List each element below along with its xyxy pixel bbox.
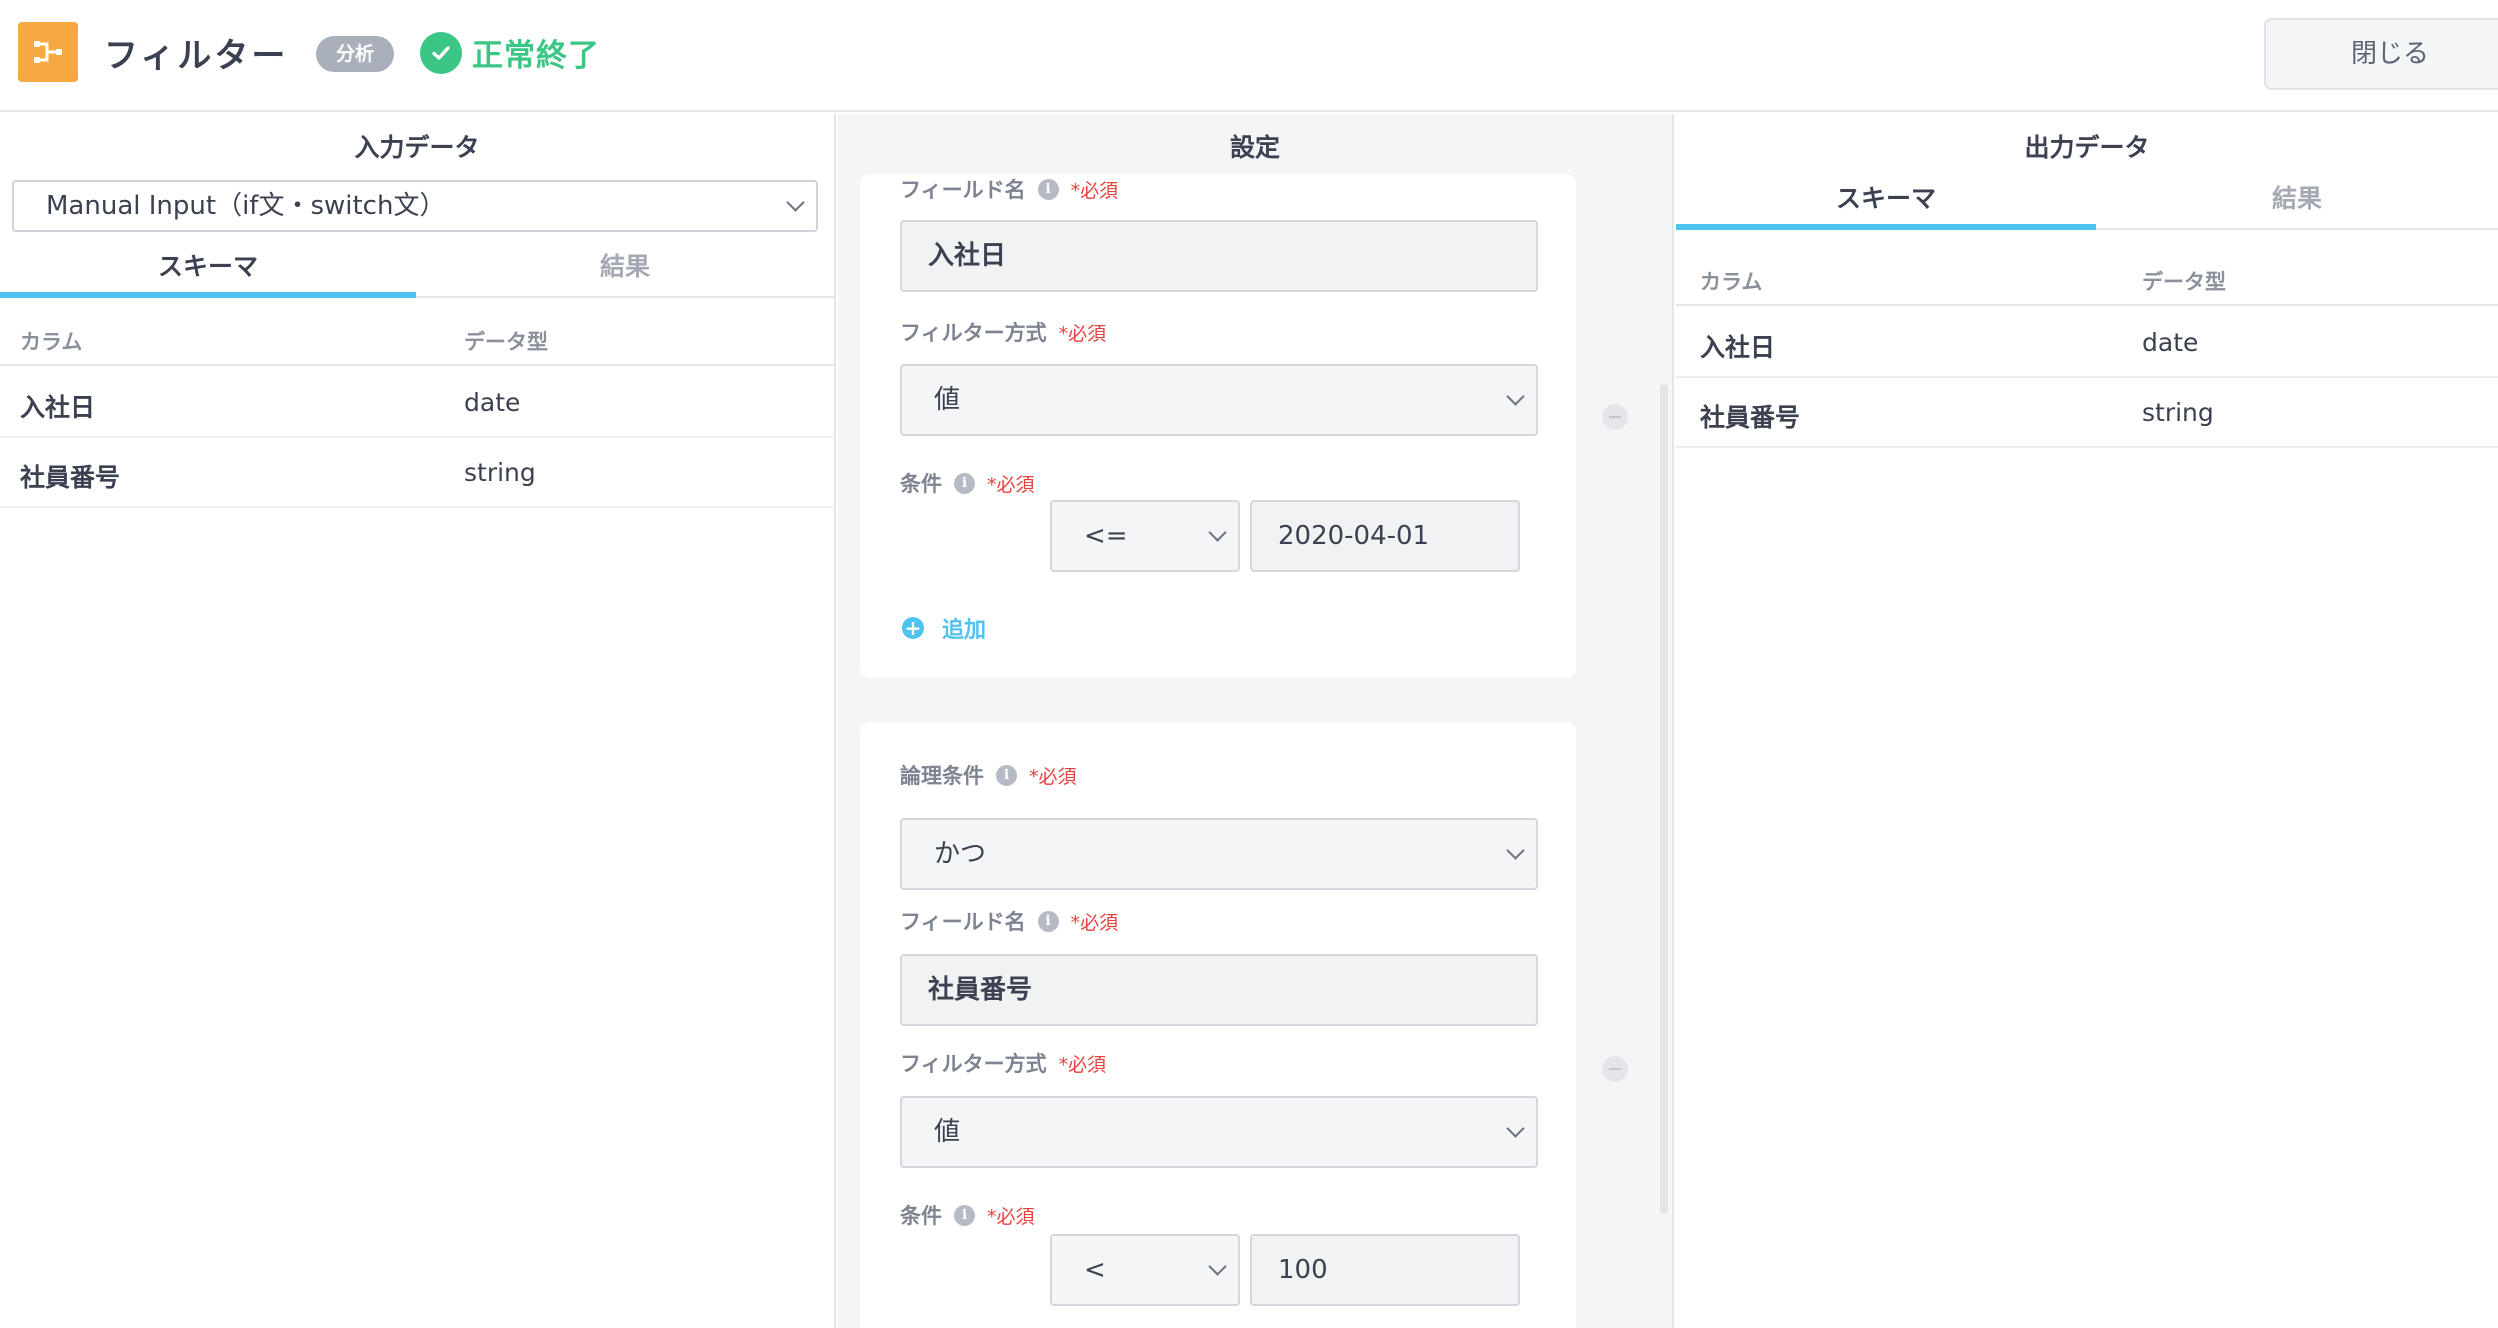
- page-title: フィルター: [104, 36, 289, 76]
- filter-method-label: フィルター方式 *必須: [900, 317, 1106, 347]
- logic-condition-value: かつ: [934, 839, 987, 869]
- condition-label-text: 条件: [900, 472, 942, 496]
- chevron-down-icon: [1506, 1119, 1525, 1138]
- required-mark: *必須: [1058, 1053, 1107, 1076]
- tab-input-schema[interactable]: スキーマ: [0, 242, 416, 298]
- input-source-select[interactable]: Manual Input（if文・switch文）: [12, 180, 818, 232]
- condition-value-input[interactable]: 2020-04-01: [1250, 500, 1520, 572]
- settings-panel: 設定 フィールド名 i *必須 入社日 フィルター方式 *必須 値 条件 i *…: [838, 114, 1674, 1328]
- info-icon[interactable]: i: [1037, 178, 1059, 200]
- field-name-label: フィールド名 i *必須: [900, 906, 1118, 936]
- logic-condition-select[interactable]: かつ: [900, 818, 1538, 890]
- required-mark: *必須: [1070, 911, 1119, 934]
- input-data-panel: 入力データ Manual Input（if文・switch文） スキーマ 結果 …: [0, 114, 836, 1328]
- column-type: string: [2142, 398, 2214, 427]
- column-name: 社員番号: [1700, 403, 1801, 432]
- operator-select[interactable]: <: [1050, 1234, 1240, 1306]
- add-condition-button[interactable]: + 追加: [902, 612, 986, 644]
- chevron-down-icon: [1506, 387, 1525, 406]
- add-condition-label: 追加: [942, 618, 987, 643]
- required-mark: *必須: [1070, 179, 1119, 202]
- chevron-down-icon: [1208, 1257, 1227, 1276]
- condition-label: 条件 i *必須: [900, 1200, 1035, 1230]
- filter-method-label-text: フィルター方式: [900, 1052, 1047, 1076]
- column-name: 入社日: [20, 393, 96, 422]
- filter-method-value: 値: [934, 385, 961, 415]
- condition-label: 条件 i *必須: [900, 468, 1035, 498]
- operator-value: <=: [1084, 521, 1128, 551]
- filter-condition-card: 論理条件 i *必須 かつ フィールド名 i *必須 社員番号 フィルター方式 …: [860, 722, 1576, 1328]
- column-header-name: カラム: [1700, 270, 1763, 294]
- column-type: date: [464, 388, 521, 417]
- chevron-down-icon: [1506, 841, 1525, 860]
- table-row: 入社日 date: [1676, 308, 2498, 378]
- filter-condition-card: フィールド名 i *必須 入社日 フィルター方式 *必須 値 条件 i *必須 …: [860, 174, 1576, 678]
- table-row: 社員番号 string: [0, 438, 834, 508]
- tab-input-results[interactable]: 結果: [416, 242, 834, 298]
- required-mark: *必須: [1029, 765, 1077, 788]
- input-tabs: スキーマ 結果: [0, 242, 834, 298]
- column-name: 社員番号: [20, 463, 121, 492]
- output-tabs: スキーマ 結果: [1676, 174, 2498, 230]
- operator-value: <: [1084, 1255, 1106, 1285]
- field-name-input[interactable]: 社員番号: [900, 954, 1538, 1026]
- header-bar: フィルター 分析 正常終了 閉じる: [0, 0, 2498, 112]
- status-indicator: 正常終了: [420, 30, 600, 75]
- status-text: 正常終了: [472, 38, 600, 74]
- filter-node-icon: [18, 22, 78, 82]
- category-badge: 分析: [316, 36, 394, 72]
- filter-method-select[interactable]: 値: [900, 364, 1538, 436]
- field-name-label-text: フィールド名: [900, 910, 1026, 934]
- input-source-value: Manual Input（if文・switch文）: [46, 191, 446, 221]
- filter-method-value: 値: [934, 1117, 961, 1147]
- tab-output-results[interactable]: 結果: [2096, 174, 2498, 230]
- tab-output-schema[interactable]: スキーマ: [1676, 174, 2096, 230]
- logic-condition-label-text: 論理条件: [900, 764, 984, 788]
- condition-value-input[interactable]: 100: [1250, 1234, 1520, 1306]
- chevron-down-icon: [1208, 523, 1227, 542]
- operator-select[interactable]: <=: [1050, 500, 1240, 572]
- output-panel-title: 出力データ: [2024, 133, 2150, 162]
- field-name-input[interactable]: 入社日: [900, 220, 1538, 292]
- field-name-label-text: フィールド名: [900, 178, 1026, 202]
- table-row: 社員番号 string: [1676, 378, 2498, 448]
- info-icon[interactable]: i: [1037, 910, 1059, 932]
- logic-condition-label: 論理条件 i *必須: [900, 760, 1077, 790]
- required-mark: *必須: [987, 1205, 1035, 1228]
- settings-scrollbar[interactable]: [1660, 384, 1668, 1214]
- info-icon[interactable]: i: [954, 472, 975, 494]
- input-schema-header: カラム データ型: [0, 310, 834, 366]
- table-row: 入社日 date: [0, 368, 834, 438]
- filter-method-label: フィルター方式 *必須: [900, 1048, 1106, 1078]
- condition-label-text: 条件: [900, 1204, 942, 1228]
- plus-circle-icon: +: [902, 617, 924, 639]
- settings-panel-title: 設定: [1229, 133, 1280, 162]
- output-schema-header: カラム データ型: [1676, 250, 2498, 306]
- input-panel-title: 入力データ: [354, 133, 480, 162]
- filter-method-select[interactable]: 値: [900, 1096, 1538, 1168]
- minus-circle-icon[interactable]: [1602, 404, 1628, 430]
- info-icon[interactable]: i: [996, 764, 1017, 786]
- output-data-panel: 出力データ スキーマ 結果 カラム データ型 入社日 date 社員番号 str…: [1676, 114, 2498, 1328]
- required-mark: *必須: [1058, 322, 1107, 345]
- check-circle-icon: [420, 31, 462, 74]
- minus-circle-icon[interactable]: [1602, 1056, 1628, 1082]
- column-name: 入社日: [1700, 333, 1776, 362]
- chevron-down-icon: [786, 193, 805, 212]
- column-type: string: [464, 458, 536, 487]
- column-header-type: データ型: [2142, 270, 2226, 294]
- column-header-name: カラム: [20, 330, 83, 354]
- filter-method-label-text: フィルター方式: [900, 321, 1047, 345]
- column-type: date: [2142, 328, 2199, 357]
- field-name-label: フィールド名 i *必須: [900, 174, 1118, 204]
- close-button[interactable]: 閉じる: [2264, 18, 2498, 90]
- required-mark: *必須: [987, 473, 1035, 496]
- column-header-type: データ型: [464, 330, 548, 354]
- info-icon[interactable]: i: [954, 1204, 975, 1226]
